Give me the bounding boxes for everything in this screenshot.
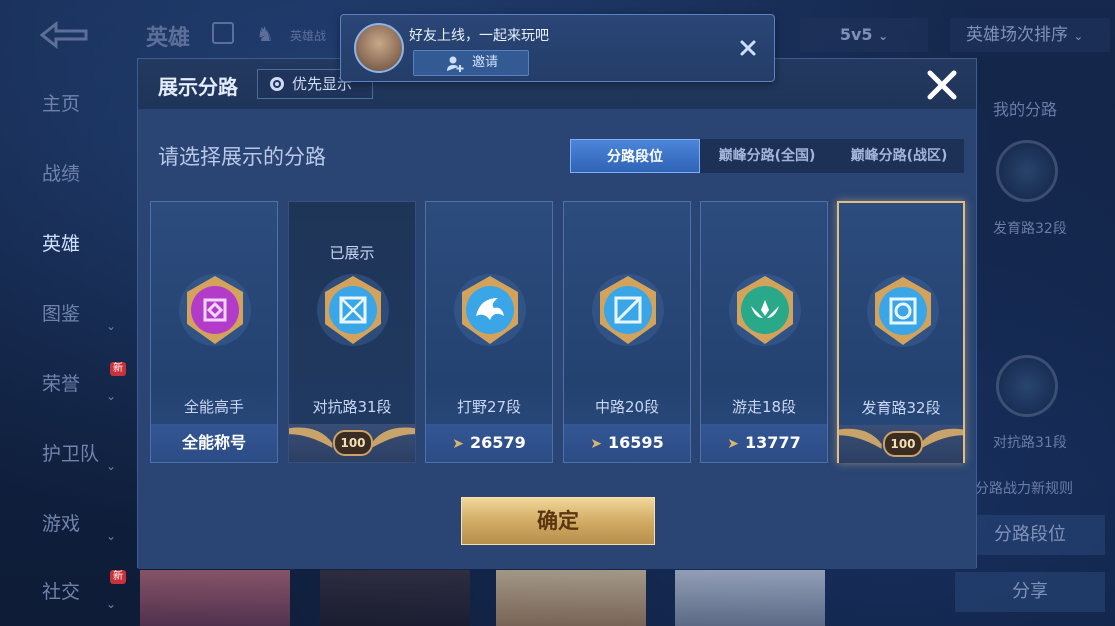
shown-label: 已展示 (329, 244, 375, 262)
lane-rank-label: 发育路32段 (861, 399, 941, 417)
card-footer: ➤ 16595 (564, 424, 690, 462)
clash-lane-emblem-icon (317, 274, 389, 346)
tab-lane-rank[interactable]: 分路段位 (570, 139, 700, 173)
page-title: 英雄 (146, 26, 191, 51)
rule-link[interactable]: 分路战力新规则 (975, 478, 1073, 498)
card-footer: ➤ 26579 (426, 424, 552, 462)
nav-label: 主页 (42, 93, 81, 115)
roam-emblem-icon (729, 274, 801, 346)
nav-label: 社交 (42, 581, 81, 603)
nav-item-honor[interactable]: 荣誉 新 ⌄ (0, 362, 130, 404)
mid-lane-emblem-icon (592, 274, 664, 346)
hero-portrait[interactable] (496, 570, 646, 626)
hero-portrait[interactable] (140, 570, 290, 626)
nav-item-heroes[interactable]: 英雄 (0, 224, 130, 264)
tab-peak-region[interactable]: 巅峰分路(战区) (834, 139, 964, 173)
nav-item-record[interactable]: 战绩 (0, 154, 130, 194)
add-user-icon (447, 56, 464, 72)
nav-item-game[interactable]: 游戏 ⌄ (0, 504, 130, 544)
display-lane-modal: 展示分路 优先显示 请选择展示的分路 分路段位 巅峰分路(全国) 巅峰分路(战区… (137, 58, 977, 569)
lane-card-roam[interactable]: 游走18段 ➤ 13777 (700, 201, 828, 463)
nav-item-guard[interactable]: 护卫队 ⌄ (0, 434, 130, 474)
lane-card-all-round[interactable]: 全能高手 全能称号 (150, 201, 278, 463)
avatar (354, 23, 404, 73)
close-icon[interactable] (922, 65, 962, 105)
back-icon[interactable] (34, 20, 94, 50)
lane-card-mid[interactable]: 中路20段 ➤ 16595 (563, 201, 691, 463)
close-icon[interactable] (739, 39, 757, 57)
nav-label: 游戏 (42, 513, 81, 535)
right-panel-lane-label: 对抗路31段 (993, 435, 1067, 451)
sort-select[interactable]: 英雄场次排序 ⌄ (950, 18, 1110, 52)
invite-label: 邀请 (472, 55, 499, 70)
level-badge: 100 (883, 431, 923, 457)
right-panel-title: 我的分路 (993, 100, 1058, 119)
new-badge: 新 (110, 362, 126, 376)
clash-lane-emblem-icon (996, 355, 1058, 417)
notification-message: 好友上线，一起来玩吧 (409, 28, 549, 44)
all-round-emblem-icon (179, 274, 251, 346)
lane-rank-label: 打野27段 (456, 398, 522, 416)
chevron-down-icon: ⌄ (878, 29, 889, 43)
nav-label: 荣誉 (42, 373, 81, 395)
power-arrow-icon: ➤ (590, 436, 603, 452)
right-panel-lane-label: 发育路32段 (993, 221, 1067, 237)
power-arrow-icon: ➤ (727, 436, 740, 452)
confirm-button[interactable]: 确定 (461, 497, 655, 545)
select-prompt: 请选择展示的分路 (158, 145, 326, 169)
invite-button[interactable]: 邀请 (413, 50, 529, 76)
jungle-emblem-icon (454, 274, 526, 346)
lane-rank-label: 中路20段 (594, 398, 660, 416)
hero-portrait[interactable] (675, 570, 825, 626)
hero-portrait[interactable] (320, 570, 470, 626)
chevron-down-icon: ⌄ (106, 319, 117, 333)
level-badge: 100 (333, 430, 373, 456)
nav-label: 英雄 (42, 233, 81, 255)
lane-card-clash[interactable]: 已展示 对抗路31段 100 (288, 201, 416, 463)
sort-value: 英雄场次排序 (966, 25, 1068, 45)
farm-lane-emblem-icon (996, 140, 1058, 202)
power-score: 13777 (745, 433, 801, 452)
card-footer: 100 (289, 424, 415, 462)
lane-card-farm[interactable]: 发育路32段 100 (837, 201, 965, 463)
lane-tabs: 分路段位 巅峰分路(全国) 巅峰分路(战区) (570, 139, 964, 173)
new-badge: 新 (110, 570, 126, 584)
share-button[interactable]: 分享 (955, 572, 1105, 612)
lane-rank-label: 全能高手 (183, 398, 244, 416)
hero-icon[interactable]: ♞ (256, 22, 274, 46)
nav-item-home[interactable]: 主页 (0, 84, 130, 124)
mode-select[interactable]: 5v5 ⌄ (800, 18, 928, 52)
chevron-down-icon: ⌄ (106, 529, 117, 543)
lane-rank-label: 对抗路31段 (312, 398, 392, 416)
lane-rank-label: 游走18段 (731, 398, 797, 416)
chevron-down-icon: ⌄ (106, 389, 117, 403)
modal-title: 展示分路 (158, 75, 238, 99)
tab-peak-national[interactable]: 巅峰分路(全国) (702, 139, 832, 173)
power-score: 16595 (608, 433, 664, 452)
list-icon[interactable] (212, 22, 234, 44)
nav-item-social[interactable]: 社交 新 ⌄ (0, 570, 130, 612)
card-footer: 100 (839, 425, 963, 463)
nav-label: 图鉴 (42, 303, 81, 325)
title-label: 全能称号 (181, 433, 246, 452)
chevron-down-icon: ⌄ (1073, 29, 1084, 43)
chevron-down-icon: ⌄ (106, 459, 117, 473)
mode-value: 5v5 (839, 25, 873, 44)
friend-online-notification: 好友上线，一起来玩吧 邀请 (340, 14, 775, 82)
nav-label: 战绩 (42, 163, 81, 185)
gear-icon (270, 77, 284, 91)
lane-card-jungle[interactable]: 打野27段 ➤ 26579 (425, 201, 553, 463)
chevron-down-icon: ⌄ (106, 597, 117, 611)
power-score: 26579 (470, 433, 526, 452)
farm-lane-emblem-icon (867, 275, 939, 347)
top-subtitle: 英雄战 (290, 29, 327, 43)
nav-item-codex[interactable]: 图鉴 ⌄ (0, 294, 130, 334)
power-arrow-icon: ➤ (452, 436, 465, 452)
card-footer: 全能称号 (151, 424, 277, 462)
nav-label: 护卫队 (42, 443, 100, 465)
card-footer: ➤ 13777 (701, 424, 827, 462)
lane-rank-button[interactable]: 分路段位 (955, 515, 1105, 555)
